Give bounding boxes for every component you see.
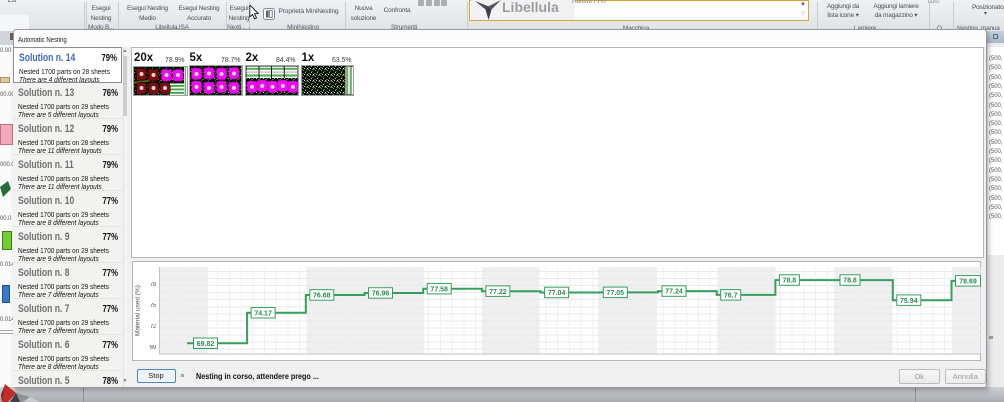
svg-text:77.22: 77.22 (489, 289, 507, 296)
svg-text:78.8: 78.8 (843, 278, 857, 285)
svg-text:75.94: 75.94 (900, 298, 918, 305)
svg-text:76.7: 76.7 (723, 293, 737, 300)
svg-text:77.24: 77.24 (665, 289, 683, 296)
svg-text:74.17: 74.17 (254, 310, 272, 317)
svg-text:77.58: 77.58 (430, 286, 448, 293)
svg-text:76.96: 76.96 (371, 291, 389, 298)
svg-text:77.05: 77.05 (606, 290, 624, 297)
svg-text:77.04: 77.04 (547, 290, 565, 297)
svg-text:78.69: 78.69 (959, 279, 977, 286)
svg-text:76.68: 76.68 (313, 293, 331, 300)
svg-text:69.82: 69.82 (196, 341, 214, 348)
svg-text:78.8: 78.8 (782, 278, 796, 285)
